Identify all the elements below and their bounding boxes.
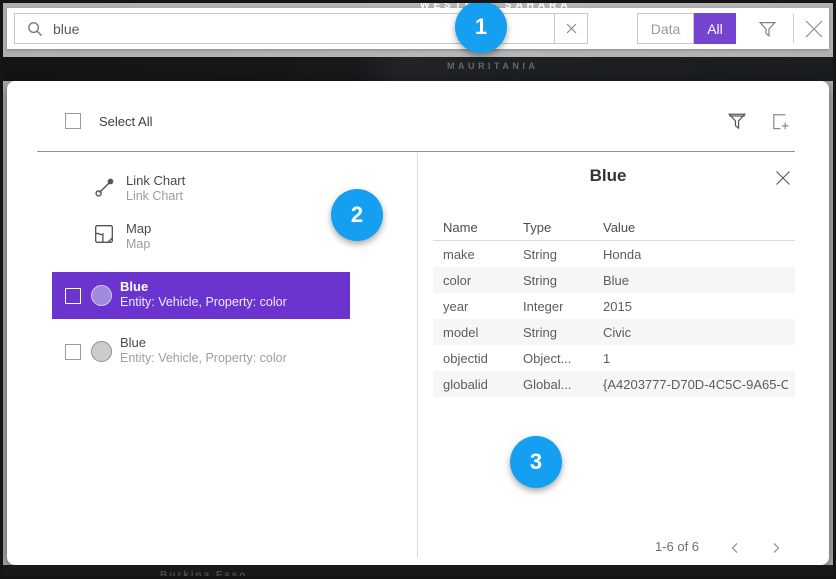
cell-name: globalid [443, 377, 488, 392]
scope-option-all[interactable]: All [694, 13, 736, 44]
link-chart-icon [94, 176, 116, 198]
map-label-mauritania: MAURITANIA [447, 61, 538, 71]
annotation-step-3: 3 [510, 436, 562, 488]
cell-value: 1 [603, 351, 610, 366]
column-header-type: Type [523, 220, 551, 235]
add-selection-icon[interactable] [771, 111, 793, 133]
map-background-bottom: Burkina Faso [3, 565, 833, 576]
select-all-label: Select All [99, 114, 152, 129]
select-all-checkbox[interactable] [65, 113, 81, 129]
detail-close-icon[interactable] [775, 167, 797, 189]
map-icon [94, 224, 114, 244]
toolbar-divider [793, 14, 794, 43]
cell-name: year [443, 299, 468, 314]
app-window: WESTERN SAHARA Data All [0, 0, 836, 579]
result-subtitle: Entity: Vehicle, Property: color [120, 295, 287, 309]
search-toolbar: Data All [7, 8, 829, 49]
result-subtitle: Link Chart [126, 189, 183, 203]
panel-vertical-divider [417, 153, 418, 558]
cell-name: model [443, 325, 478, 340]
result-checkbox[interactable] [65, 288, 81, 304]
table-row: objectid Object... 1 [433, 345, 795, 371]
table-row: year Integer 2015 [433, 293, 795, 319]
pagination-range-label: 1-6 of 6 [637, 539, 717, 554]
result-subtitle: Map [126, 237, 150, 251]
close-search-icon[interactable] [801, 17, 827, 41]
result-title: Blue [120, 279, 148, 294]
cell-name: color [443, 273, 471, 288]
table-row: color String Blue [433, 267, 795, 293]
cell-value: {A4203777-D70D-4C5C-9A65-C... [603, 377, 788, 392]
result-title: Link Chart [126, 173, 185, 188]
table-row: globalid Global... {A4203777-D70D-4C5C-9… [433, 371, 795, 397]
column-header-name: Name [443, 220, 478, 235]
entity-circle-icon [91, 285, 112, 306]
column-header-value: Value [603, 220, 635, 235]
table-row: model String Civic [433, 319, 795, 345]
scope-option-data[interactable]: Data [637, 13, 694, 44]
table-row: make String Honda [433, 241, 795, 267]
result-title: Map [126, 221, 151, 236]
map-label-burkina-faso: Burkina Faso [160, 570, 247, 576]
results-filter-icon[interactable] [727, 111, 749, 133]
cell-type: String [523, 325, 557, 340]
cell-name: make [443, 247, 475, 262]
clear-search-button[interactable] [554, 14, 587, 43]
result-item-blue[interactable]: Blue Entity: Vehicle, Property: color [52, 328, 350, 375]
cell-value: Blue [603, 273, 629, 288]
result-checkbox[interactable] [65, 344, 81, 360]
chevron-right-icon[interactable] [770, 537, 792, 559]
result-item-blue-selected[interactable]: Blue Entity: Vehicle, Property: color [52, 272, 350, 319]
filter-icon[interactable] [755, 17, 779, 41]
cell-name: objectid [443, 351, 488, 366]
cell-type: String [523, 273, 557, 288]
cell-value: 2015 [603, 299, 632, 314]
chevron-left-icon[interactable] [729, 537, 751, 559]
cell-type: Integer [523, 299, 563, 314]
cell-type: Global... [523, 377, 571, 392]
entity-circle-icon [91, 341, 112, 362]
search-icon [27, 21, 43, 37]
cell-value: Civic [603, 325, 631, 340]
map-background-dark: MAURITANIA [3, 57, 833, 81]
result-title: Blue [120, 335, 146, 350]
annotation-step-1: 1 [455, 1, 507, 53]
detail-title: Blue [417, 166, 799, 186]
search-results-panel: Select All Link Chart Link Cha [7, 81, 829, 565]
cell-value: Honda [603, 247, 641, 262]
result-subtitle: Entity: Vehicle, Property: color [120, 351, 287, 365]
panel-header-divider [37, 151, 795, 152]
scope-toggle: Data All [637, 13, 736, 44]
annotation-step-2: 2 [331, 189, 383, 241]
cell-type: Object... [523, 351, 571, 366]
cell-type: String [523, 247, 557, 262]
